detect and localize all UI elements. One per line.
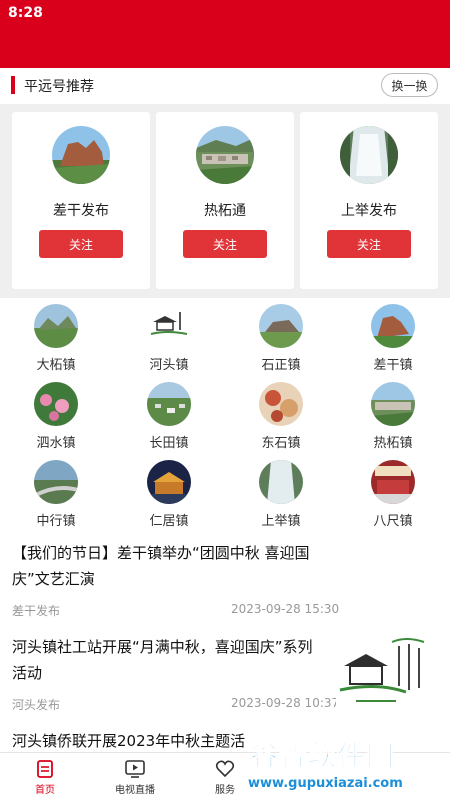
town-item[interactable]: 差干镇 [348,304,438,373]
town-icon [371,304,415,348]
town-label: 石正镇 [261,358,301,373]
status-time: 8:28 [8,5,43,21]
account-name: 差干发布 [53,203,109,219]
town-label: 差干镇 [373,358,413,373]
town-icon [259,382,303,426]
swap-button[interactable]: 换一换 [381,73,438,97]
follow-button[interactable]: 关注 [327,230,411,258]
news-source: 河头发布 [12,698,61,712]
town-item[interactable]: 大柘镇 [11,304,101,373]
section-accent-bar [11,76,15,94]
town-icon [34,304,78,348]
recommend-title: 平远号推荐 [24,79,94,95]
town-icon [147,460,191,504]
recommend-card[interactable]: 差干发布 关注 [12,112,150,289]
tab-label: 首页 [35,785,55,796]
account-name: 热柘通 [204,203,246,219]
town-item[interactable]: 石正镇 [236,304,326,373]
follow-button[interactable]: 关注 [183,230,267,258]
news-thumbnail [336,634,438,716]
town-item[interactable]: 长田镇 [124,382,214,451]
town-label: 仁居镇 [149,514,189,529]
follow-button[interactable]: 关注 [39,230,123,258]
town-label: 东石镇 [261,436,301,451]
town-icon [259,304,303,348]
watermark-url: www.gupuxiazai.com [248,776,403,791]
town-label: 上举镇 [261,514,301,529]
town-icon [34,460,78,504]
recommend-header: 平远号推荐 换一换 [0,68,450,104]
heart-icon [215,760,235,778]
home-doc-icon [37,760,53,778]
watermark-brand: 谷普软件园 [249,739,396,773]
town-label: 大柘镇 [36,358,76,373]
watermark-logo: 谷普软件园 www.gupuxiazai.com [246,732,450,800]
town-icon [147,382,191,426]
account-name: 上举发布 [341,203,397,219]
town-icon [371,382,415,426]
town-label: 长田镇 [149,436,189,451]
town-icon [259,460,303,504]
status-bar: 8:28 [0,0,450,68]
tab-tv-live[interactable]: 电视直播 [90,753,180,800]
town-grid: 大柘镇 河头镇 石正镇 差干镇 泗水镇 长田镇 东石镇 热柘镇 中行镇 仁居镇 … [0,298,450,530]
town-label: 热柘镇 [373,436,413,451]
town-item[interactable]: 仁居镇 [124,460,214,529]
account-avatar [196,126,254,184]
town-item[interactable]: 东石镇 [236,382,326,451]
town-item[interactable]: 上举镇 [236,460,326,529]
tab-home[interactable]: 首页 [0,753,90,800]
town-label: 河头镇 [149,358,189,373]
news-source: 差干发布 [12,604,61,618]
town-item[interactable]: 中行镇 [11,460,101,529]
town-icon [147,304,191,348]
town-item[interactable]: 泗水镇 [11,382,101,451]
town-label: 八尺镇 [373,514,413,529]
town-item[interactable]: 热柘镇 [348,382,438,451]
news-date: 2023-09-28 10:37 [231,696,340,710]
town-icon [34,382,78,426]
news-title: 河头镇社工站开展“月满中秋，喜迎国庆”系列 活动 [12,638,313,682]
recommend-cards: 差干发布 关注 热柘通 关注 上举发布 关注 [0,104,450,298]
town-item[interactable]: 河头镇 [124,304,214,373]
tab-label: 电视直播 [115,785,155,796]
news-date: 2023-09-28 15:30 [231,602,340,616]
account-avatar [340,126,398,184]
recommend-card[interactable]: 热柘通 关注 [156,112,294,289]
town-label: 泗水镇 [36,436,76,451]
news-item[interactable]: 【我们的节日】差干镇举办“团圆中秋 喜迎国 庆”文艺汇演 差干发布 2023-0… [0,530,450,626]
recommend-card[interactable]: 上举发布 关注 [300,112,438,289]
town-label: 中行镇 [36,514,76,529]
town-icon [371,460,415,504]
news-title: 【我们的节日】差干镇举办“团圆中秋 喜迎国 庆”文艺汇演 [12,544,310,588]
town-item[interactable]: 八尺镇 [348,460,438,529]
tv-play-icon [125,760,145,778]
account-avatar [52,126,110,184]
